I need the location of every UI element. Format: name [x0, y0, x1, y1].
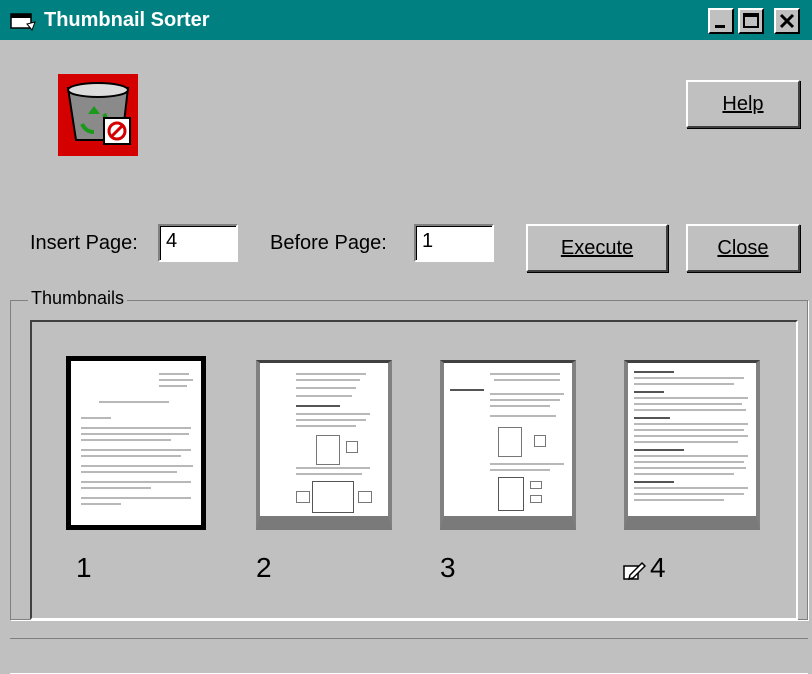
- help-button-label: Help: [722, 92, 764, 115]
- thumbnail-page-1[interactable]: [66, 356, 206, 530]
- execute-button[interactable]: Execute: [526, 224, 668, 272]
- page-number-2: 2: [256, 552, 272, 583]
- before-page-input[interactable]: 1: [414, 224, 494, 262]
- before-page-label: Before Page:: [270, 232, 387, 254]
- edit-pencil-icon: [623, 561, 646, 581]
- close-window-button[interactable]: [774, 8, 800, 34]
- status-bar: [10, 638, 808, 674]
- close-button-label: Close: [717, 236, 769, 259]
- page-number-4: 4: [650, 552, 666, 583]
- execute-button-label: Execute: [560, 236, 634, 259]
- app-window-icon: [10, 13, 36, 31]
- thumbnails-group-label: Thumbnails: [28, 288, 128, 309]
- window-title: Thumbnail Sorter: [44, 9, 210, 31]
- page-number-3: 3: [440, 552, 456, 583]
- thumbnail-page-4[interactable]: [624, 360, 760, 530]
- maximize-icon: [743, 13, 759, 28]
- insert-page-input[interactable]: 4: [158, 224, 238, 262]
- thumbnail-page-3[interactable]: [440, 360, 576, 530]
- close-button[interactable]: Close: [686, 224, 800, 272]
- maximize-button[interactable]: [738, 8, 764, 34]
- minimize-button[interactable]: [708, 8, 734, 34]
- help-button[interactable]: Help: [686, 80, 800, 128]
- thumbnail-page-2[interactable]: [256, 360, 392, 530]
- recycle-bin-logo-icon: [58, 74, 138, 156]
- minimize-icon: [715, 25, 725, 28]
- insert-page-label: Insert Page:: [30, 232, 138, 254]
- page-number-1: 1: [76, 552, 92, 583]
- close-icon: [779, 13, 795, 29]
